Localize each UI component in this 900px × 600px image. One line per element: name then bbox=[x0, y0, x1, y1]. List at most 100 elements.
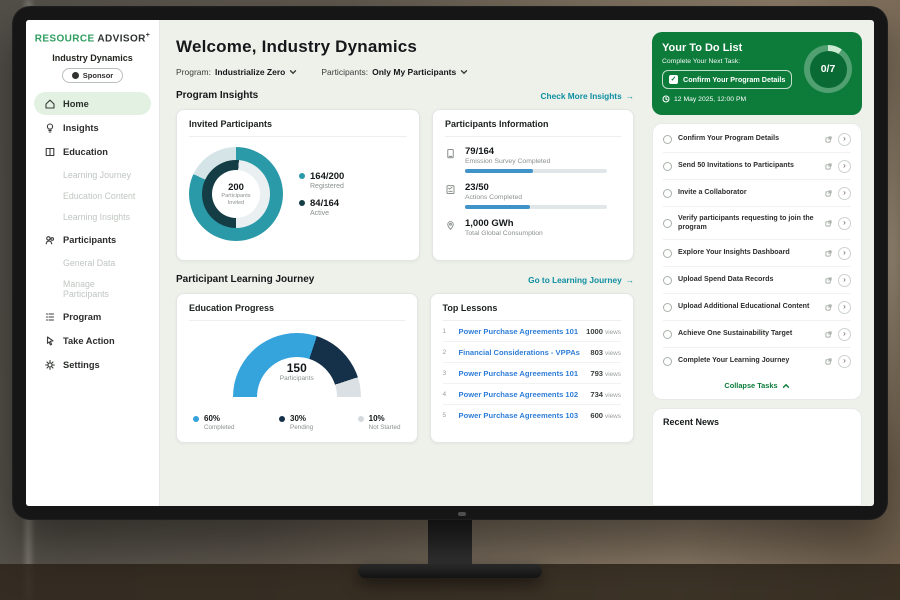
collapse-tasks-link[interactable]: Collapse Tasks bbox=[663, 374, 851, 397]
sidebar-item-home[interactable]: Home bbox=[34, 92, 151, 115]
legend-label: Completed bbox=[204, 424, 234, 431]
task-checkbox[interactable] bbox=[663, 330, 672, 339]
task-row[interactable]: Confirm Your Program Details › bbox=[663, 126, 851, 153]
participants-filter-dropdown[interactable]: Participants: Only My Participants bbox=[321, 67, 468, 77]
logo-advisor: ADVISOR bbox=[97, 33, 145, 44]
chevron-right-icon[interactable]: › bbox=[838, 247, 851, 260]
chevron-right-icon[interactable]: › bbox=[838, 355, 851, 368]
task-label: Invite a Collaborator bbox=[678, 188, 819, 198]
task-label: Achieve One Sustainability Target bbox=[678, 329, 819, 339]
legend-value: 84/164 bbox=[310, 198, 339, 209]
chevron-right-icon[interactable]: › bbox=[838, 160, 851, 173]
external-link-icon bbox=[825, 190, 832, 197]
stat-label: Total Global Consumption bbox=[465, 230, 543, 237]
task-checkbox[interactable] bbox=[663, 219, 672, 228]
task-label: Explore Your Insights Dashboard bbox=[678, 248, 819, 258]
progress-bar bbox=[465, 169, 607, 173]
participants-filter-label: Participants: bbox=[321, 67, 368, 77]
sidebar-item-learning-insights[interactable]: Learning Insights bbox=[34, 206, 151, 227]
collapse-tasks-label: Collapse Tasks bbox=[724, 381, 777, 390]
views-label: views bbox=[605, 371, 621, 378]
task-row[interactable]: Upload Additional Educational Content › bbox=[663, 294, 851, 321]
lesson-link[interactable]: Financial Considerations - VPPAs bbox=[459, 348, 583, 357]
lesson-link[interactable]: Power Purchase Agreements 101 bbox=[459, 369, 583, 378]
task-row[interactable]: Send 50 Invitations to Participants › bbox=[663, 153, 851, 180]
chevron-down-icon bbox=[460, 68, 468, 76]
donut-legend: 164/200 Registered 84/164 Active bbox=[299, 163, 344, 225]
legend-dot-active bbox=[299, 200, 305, 206]
task-checkbox[interactable] bbox=[663, 357, 672, 366]
org-name: Industry Dynamics bbox=[26, 53, 159, 63]
monitor-stand-neck bbox=[428, 518, 472, 568]
sidebar-item-participants[interactable]: Participants bbox=[34, 228, 151, 251]
task-checkbox[interactable] bbox=[663, 276, 672, 285]
next-task-label: Confirm Your Program Details bbox=[683, 75, 785, 84]
sidebar-item-settings[interactable]: Settings bbox=[34, 353, 151, 376]
power-led bbox=[458, 512, 466, 516]
participants-filter-value: Only My Participants bbox=[372, 67, 456, 77]
lesson-link[interactable]: Power Purchase Agreements 101 bbox=[459, 327, 579, 336]
chevron-right-icon[interactable]: › bbox=[838, 328, 851, 341]
home-icon bbox=[44, 98, 56, 110]
chevron-right-icon[interactable]: › bbox=[838, 217, 851, 230]
next-task-pill[interactable]: ✓ Confirm Your Program Details bbox=[662, 70, 792, 89]
task-row[interactable]: Upload Spend Data Records › bbox=[663, 267, 851, 294]
sidebar-item-education[interactable]: Education bbox=[34, 140, 151, 163]
sidebar-item-take-action[interactable]: Take Action bbox=[34, 329, 151, 352]
gauge-center-value: 150 bbox=[233, 361, 361, 375]
stat-global-consumption: 1,000 GWh Total Global Consumption bbox=[445, 218, 621, 237]
task-row[interactable]: Explore Your Insights Dashboard › bbox=[663, 240, 851, 267]
go-to-learning-journey-link[interactable]: Go to Learning Journey → bbox=[528, 275, 634, 285]
sidebar-item-label: Education Content bbox=[63, 191, 135, 201]
lesson-rank: 2 bbox=[443, 349, 451, 356]
task-checkbox[interactable] bbox=[663, 303, 672, 312]
gauge-center: 150 Participants bbox=[233, 361, 361, 382]
task-checkbox[interactable] bbox=[663, 162, 672, 171]
todo-task-list: Confirm Your Program Details › Send 50 I… bbox=[652, 123, 862, 400]
sidebar-item-learning-journey[interactable]: Learning Journey bbox=[34, 164, 151, 185]
program-filter-dropdown[interactable]: Program: Industrialize Zero bbox=[176, 67, 297, 77]
stat-value: 23/50 bbox=[465, 182, 607, 193]
program-filter-label: Program: bbox=[176, 67, 211, 77]
task-row[interactable]: Complete Your Learning Journey › bbox=[663, 348, 851, 374]
legend-dot-pending bbox=[279, 416, 285, 422]
lesson-link[interactable]: Power Purchase Agreements 102 bbox=[459, 390, 583, 399]
invited-participants-body: 200 Participants Invited 164/200 bbox=[189, 137, 407, 241]
card-title: Participants Information bbox=[445, 119, 621, 137]
lesson-rank: 5 bbox=[443, 412, 451, 419]
chevron-right-icon[interactable]: › bbox=[838, 274, 851, 287]
lesson-rank: 4 bbox=[443, 391, 451, 398]
legend-label: Registered bbox=[310, 183, 344, 190]
legend-dot-registered bbox=[299, 173, 305, 179]
lesson-rank: 3 bbox=[443, 370, 451, 377]
sidebar-item-education-content[interactable]: Education Content bbox=[34, 185, 151, 206]
views-label: views bbox=[605, 350, 621, 357]
task-label: Upload Spend Data Records bbox=[678, 275, 819, 285]
sidebar-item-program[interactable]: Program bbox=[34, 305, 151, 328]
dashboard-screen: RESOURCE ADVISOR+ Industry Dynamics Spon… bbox=[26, 20, 874, 506]
legend-label: Active bbox=[310, 210, 339, 217]
task-row[interactable]: Verify participants requesting to join t… bbox=[663, 207, 851, 240]
sidebar-item-manage-participants[interactable]: Manage Participants bbox=[34, 273, 151, 304]
task-row[interactable]: Achieve One Sustainability Target › bbox=[663, 321, 851, 348]
legend-dot-not-started bbox=[358, 416, 364, 422]
checklist-icon bbox=[445, 182, 457, 209]
chevron-right-icon[interactable]: › bbox=[838, 187, 851, 200]
task-checkbox[interactable] bbox=[663, 249, 672, 258]
lesson-link[interactable]: Power Purchase Agreements 103 bbox=[459, 411, 583, 420]
external-link-icon bbox=[825, 163, 832, 170]
stat-value: 1,000 GWh bbox=[465, 218, 543, 229]
sidebar-item-insights[interactable]: Insights bbox=[34, 116, 151, 139]
sidebar-item-label: General Data bbox=[63, 258, 115, 268]
sidebar-item-general-data[interactable]: General Data bbox=[34, 252, 151, 273]
task-row[interactable]: Invite a Collaborator › bbox=[663, 180, 851, 207]
stat-label: Actions Completed bbox=[465, 194, 607, 201]
chevron-right-icon[interactable]: › bbox=[838, 301, 851, 314]
lesson-views: 734views bbox=[590, 390, 621, 399]
lesson-row: 2 Financial Considerations - VPPAs 803vi… bbox=[443, 342, 621, 363]
chevron-right-icon[interactable]: › bbox=[838, 133, 851, 146]
check-more-insights-link[interactable]: Check More Insights → bbox=[541, 91, 634, 101]
task-checkbox[interactable] bbox=[663, 135, 672, 144]
donut-center-value: 200 bbox=[228, 182, 244, 193]
task-checkbox[interactable] bbox=[663, 189, 672, 198]
